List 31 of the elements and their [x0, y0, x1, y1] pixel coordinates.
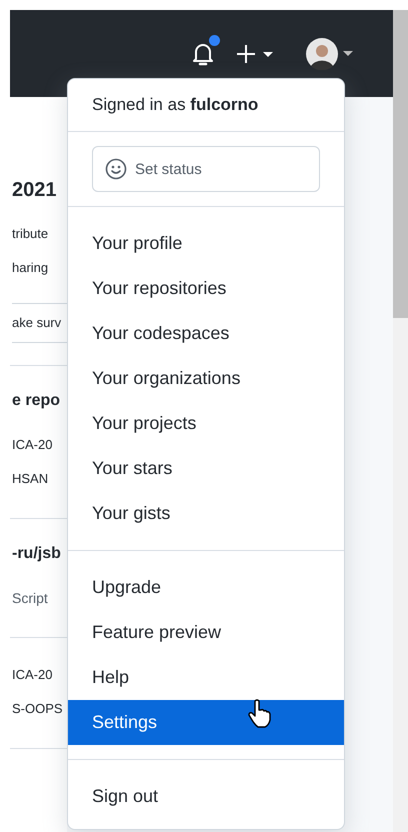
menu-item[interactable]: Help [68, 655, 344, 700]
avatar-menu[interactable] [306, 38, 353, 70]
set-status-button[interactable]: Set status [92, 146, 320, 192]
menu-item[interactable]: Your stars [68, 446, 344, 491]
menu-item[interactable]: Your gists [68, 491, 344, 536]
language-label: Script [12, 589, 49, 608]
section-heading: -ru/jsb [12, 544, 62, 564]
signed-in-label: Signed in as fulcorno [68, 79, 344, 132]
pointer-hand-icon [248, 699, 272, 729]
caret-icon [343, 50, 353, 56]
menu-item[interactable]: Feature preview [68, 610, 344, 655]
menu-item[interactable]: Your profile [68, 221, 344, 266]
body-text: S-OOPS [12, 700, 64, 718]
section-heading: e repo [12, 391, 62, 411]
body-text: HSAN [12, 470, 50, 488]
smiley-icon [105, 158, 127, 180]
menu-item[interactable]: Sign out [68, 774, 344, 819]
section-heading: 2021 [12, 178, 58, 203]
scrollbar-thumb[interactable] [393, 10, 408, 318]
menu-item[interactable]: Your codespaces [68, 311, 344, 356]
menu-item[interactable]: Settings [68, 700, 344, 745]
menu-item[interactable]: Your organizations [68, 356, 344, 401]
plus-dropdown-icon[interactable] [236, 44, 274, 64]
menu-item[interactable]: Upgrade [68, 565, 344, 610]
avatar-icon [306, 38, 338, 70]
menu-item[interactable]: Your repositories [68, 266, 344, 311]
menu-item[interactable]: Your projects [68, 401, 344, 446]
body-text: ICA-20 [12, 436, 54, 454]
body-text: haring [12, 259, 50, 277]
body-text: ICA-20 [12, 666, 54, 684]
body-text: tribute [12, 225, 50, 243]
